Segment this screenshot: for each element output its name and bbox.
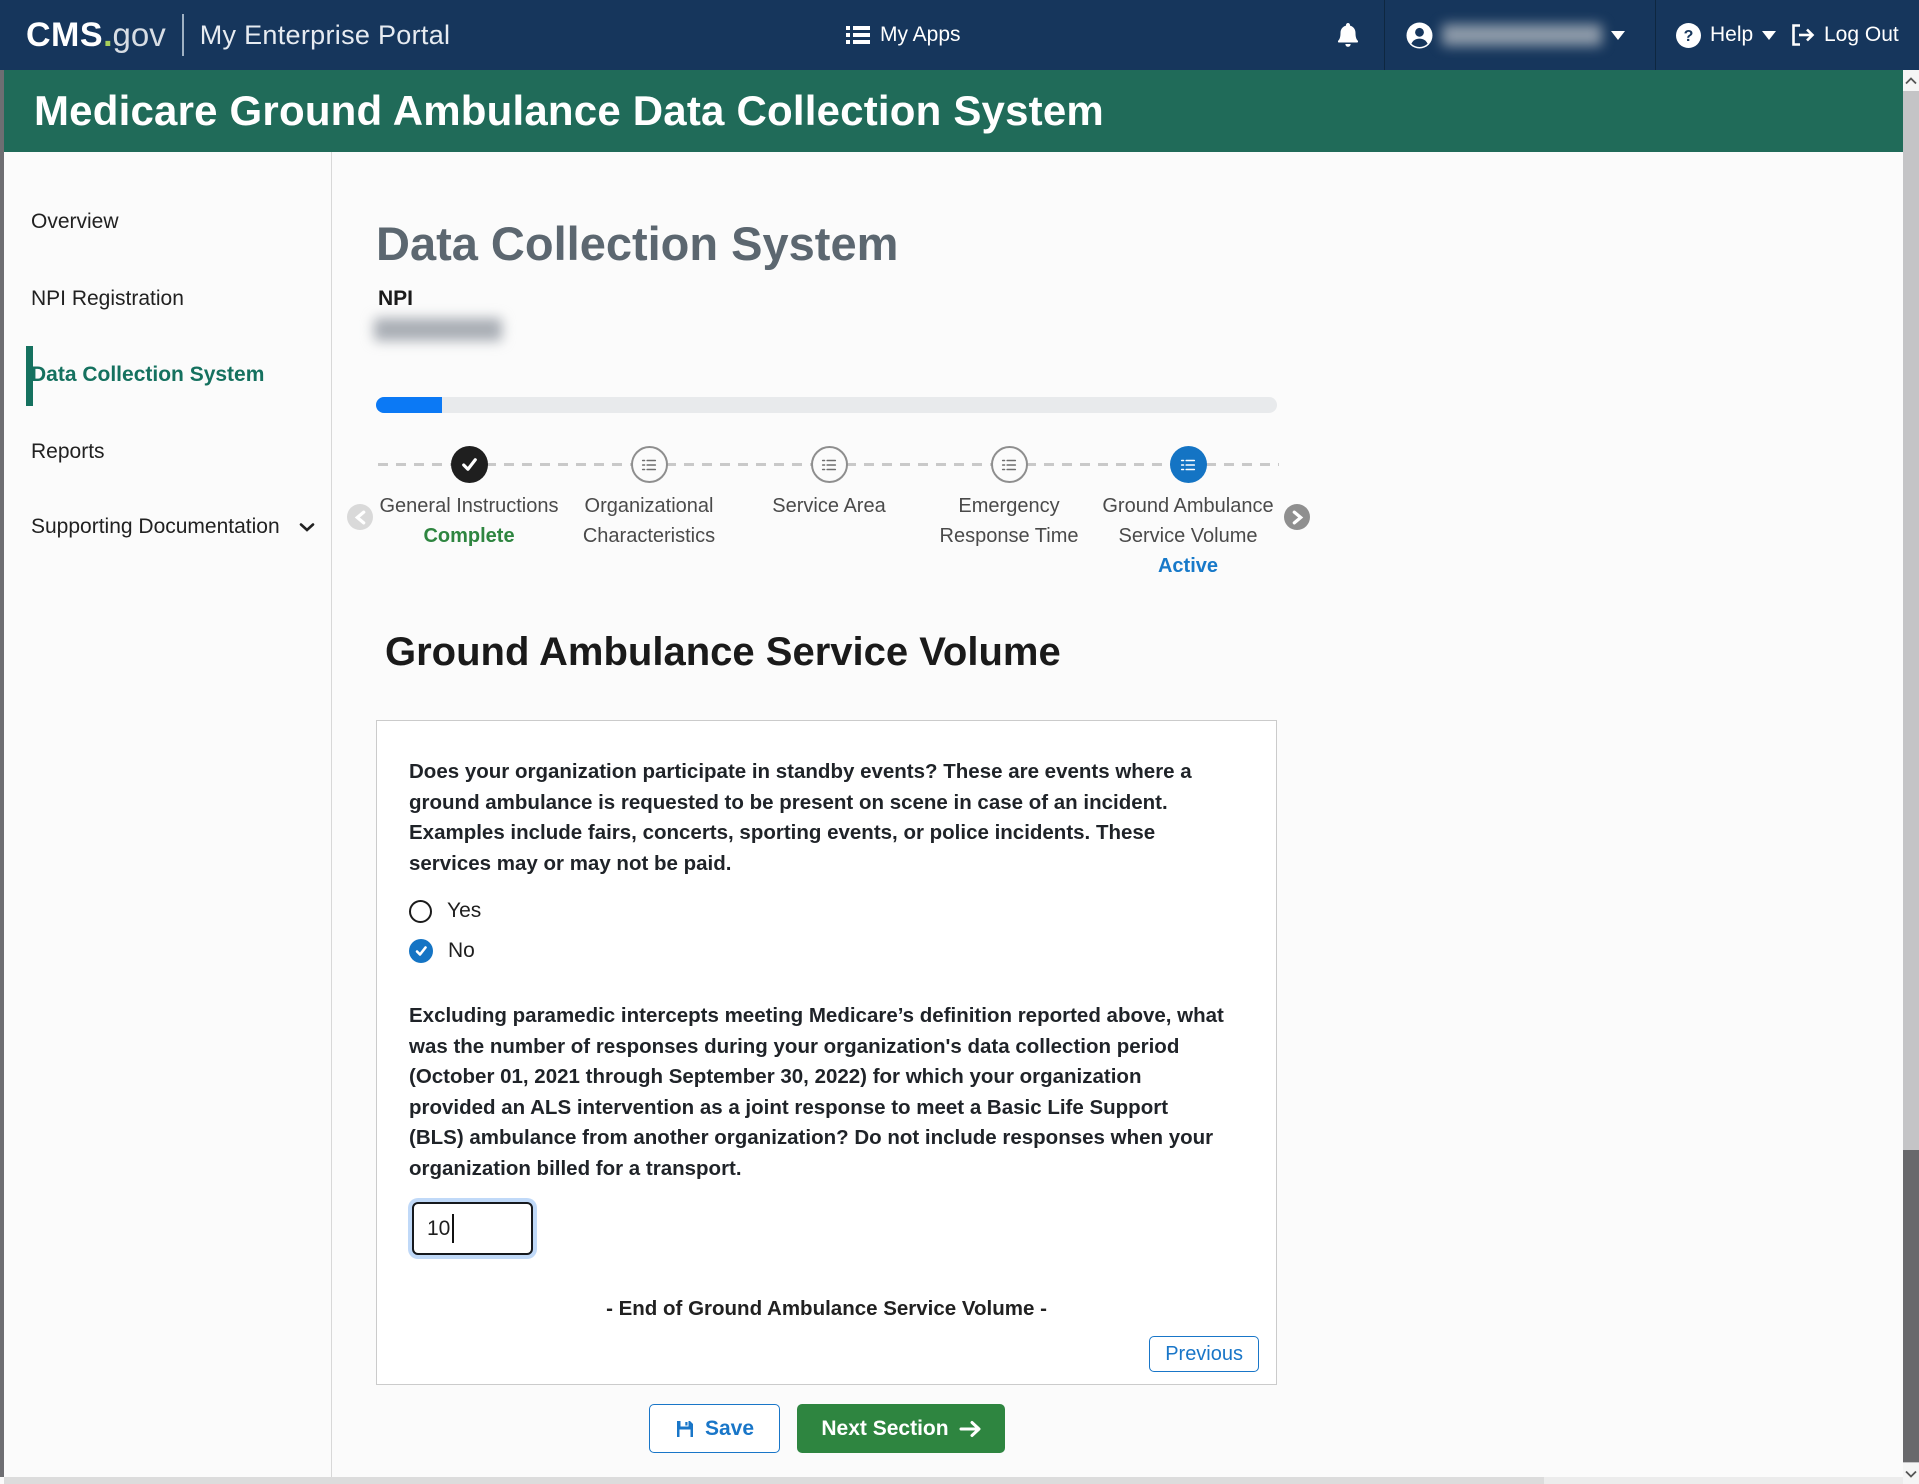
brand-separator <box>182 14 184 56</box>
app-header: Medicare Ground Ambulance Data Collectio… <box>0 70 1903 152</box>
caret-down-icon <box>1611 31 1625 40</box>
radio-option-yes[interactable]: Yes <box>409 899 481 923</box>
responses-input[interactable] <box>412 1202 533 1255</box>
top-navbar: CMS.gov My Enterprise Portal My Apps <box>0 0 1919 70</box>
arrow-right-icon <box>959 1420 981 1438</box>
text-caret <box>452 1214 454 1243</box>
next-section-button[interactable]: Next Section <box>797 1404 1005 1453</box>
chevron-down-icon <box>298 518 316 536</box>
bell-icon <box>1336 22 1360 48</box>
step-general-instructions: General Instructions Complete <box>378 440 560 551</box>
stepper-next-arrow[interactable] <box>1284 504 1310 530</box>
npi-label: NPI <box>378 287 413 311</box>
step-emergency-response-time: Emergency Response Time <box>918 440 1100 551</box>
save-button[interactable]: Save <box>649 1404 780 1453</box>
help-label: Help <box>1710 23 1753 47</box>
scroll-down-arrow[interactable] <box>1903 1463 1919 1484</box>
caret-down-icon <box>1762 31 1776 40</box>
my-apps-button[interactable]: My Apps <box>846 0 961 70</box>
radio-checked-icon[interactable] <box>409 939 433 963</box>
step-organizational-characteristics: Organizational Characteristics <box>558 440 740 551</box>
chevron-left-icon <box>354 510 367 525</box>
check-icon[interactable] <box>451 446 488 483</box>
vertical-scrollbar-thumb[interactable] <box>1903 1150 1919 1462</box>
cms-logo-text: CMS <box>26 16 103 55</box>
logout-icon <box>1790 23 1815 47</box>
portal-title: My Enterprise Portal <box>200 20 451 51</box>
next-section-label: Next Section <box>821 1417 948 1441</box>
help-icon: ? <box>1676 23 1701 48</box>
step-ground-ambulance-service-volume: Ground Ambulance Service Volume Active <box>1097 440 1279 581</box>
app-title: Medicare Ground Ambulance Data Collectio… <box>34 87 1104 135</box>
stepper-previous-arrow[interactable] <box>347 504 373 530</box>
nav-divider <box>1384 0 1385 70</box>
question-standby-events: Does your organization participate in st… <box>409 757 1224 879</box>
sidebar-item-supporting-documentation[interactable]: Supporting Documentation <box>31 515 316 539</box>
sidebar-item-npi-registration[interactable]: NPI Registration <box>31 287 316 311</box>
chevron-right-icon <box>1291 510 1304 525</box>
previous-button[interactable]: Previous <box>1149 1336 1259 1372</box>
logout-label: Log Out <box>1824 23 1899 47</box>
user-icon <box>1406 22 1433 49</box>
radio-option-no[interactable]: No <box>409 939 475 963</box>
save-icon <box>675 1419 695 1439</box>
responses-input-wrap <box>412 1202 533 1255</box>
section-stepper: General Instructions Complete Organizati… <box>376 440 1281 590</box>
scroll-up-arrow[interactable] <box>1903 70 1919 91</box>
list-icon[interactable] <box>1170 446 1207 483</box>
radio-unchecked-icon[interactable] <box>409 900 432 923</box>
progress-bar <box>376 397 1277 413</box>
cms-logo[interactable]: CMS.gov My Enterprise Portal <box>26 0 450 70</box>
sidebar-item-overview[interactable]: Overview <box>31 210 316 234</box>
step-service-area: Service Area <box>738 440 920 521</box>
page: CMS.gov My Enterprise Portal My Apps <box>0 0 1919 1484</box>
page-title: Data Collection System <box>376 216 898 271</box>
notifications-button[interactable] <box>1336 0 1360 70</box>
nav-divider <box>1655 0 1656 70</box>
help-menu[interactable]: ? Help <box>1676 0 1776 70</box>
list-icon[interactable] <box>811 446 848 483</box>
cms-logo-dot: . <box>103 16 112 55</box>
list-icon[interactable] <box>991 446 1028 483</box>
list-icon[interactable] <box>631 446 668 483</box>
section-title: Ground Ambulance Service Volume <box>385 630 1061 675</box>
user-menu[interactable] <box>1406 0 1625 70</box>
my-apps-label: My Apps <box>880 23 961 47</box>
sidebar-item-reports[interactable]: Reports <box>31 440 316 464</box>
list-icon <box>846 24 870 46</box>
end-of-section-text: - End of Ground Ambulance Service Volume… <box>377 1297 1276 1321</box>
question-responses-count: Excluding paramedic intercepts meeting M… <box>409 1001 1224 1184</box>
horizontal-scrollbar-thumb[interactable] <box>4 1477 1544 1484</box>
vertical-scrollbar[interactable] <box>1903 70 1919 1484</box>
logout-button[interactable]: Log Out <box>1790 0 1899 70</box>
save-label: Save <box>705 1417 754 1441</box>
question-card: Does your organization participate in st… <box>376 720 1277 1385</box>
npi-value-redacted <box>374 318 502 341</box>
user-name-redacted <box>1442 24 1602 46</box>
cms-logo-gov: gov <box>113 16 166 54</box>
horizontal-scrollbar[interactable] <box>4 1477 1903 1484</box>
sidebar: Overview NPI Registration Data Collectio… <box>4 152 332 1477</box>
sidebar-item-data-collection-system[interactable]: Data Collection System <box>31 363 316 387</box>
svg-text:?: ? <box>1684 28 1694 45</box>
progress-bar-fill <box>376 397 442 413</box>
